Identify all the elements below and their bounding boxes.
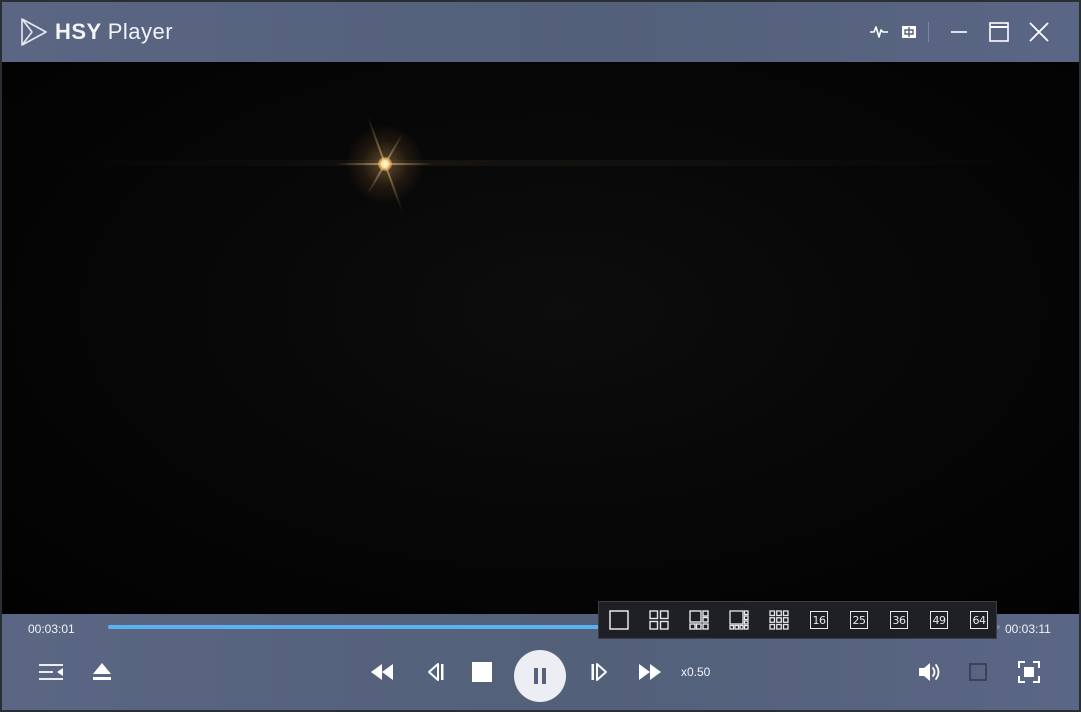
eject-button[interactable] (89, 658, 115, 686)
next-frame-button[interactable] (587, 658, 615, 686)
layout-16-button[interactable]: 16 (799, 601, 839, 639)
layout-25-button[interactable]: 25 (839, 601, 879, 639)
close-icon (1029, 22, 1049, 42)
waveform-icon[interactable] (863, 16, 895, 48)
video-viewport[interactable] (2, 62, 1079, 614)
layout-single-icon (609, 610, 629, 630)
current-time: 00:03:01 (28, 622, 75, 636)
layout-49-label: 49 (930, 611, 948, 629)
layout-6-button[interactable] (679, 601, 719, 639)
rewind-button[interactable] (368, 658, 396, 686)
layout-49-button[interactable]: 49 (919, 601, 959, 639)
maximize-icon (989, 22, 1009, 42)
app-title: HSY Player (55, 19, 173, 45)
previous-frame-button[interactable] (420, 658, 448, 686)
playback-speed[interactable]: x0.50 (681, 665, 710, 679)
pause-icon (534, 668, 546, 684)
app-brand: HSY (55, 19, 102, 44)
rewind-icon (371, 664, 393, 680)
total-time: 00:03:11 (1005, 622, 1051, 636)
layout-nine-icon (769, 610, 789, 630)
layout-menu: 16 25 36 49 64 (598, 601, 997, 639)
minimize-icon (951, 31, 967, 33)
previous-frame-icon (428, 663, 444, 681)
layout-36-button[interactable]: 36 (879, 601, 919, 639)
layout-eight-icon (729, 610, 749, 630)
layout-4-button[interactable] (639, 601, 679, 639)
minimize-button[interactable] (943, 16, 975, 48)
stop-button[interactable] (468, 658, 496, 686)
fast-forward-button[interactable] (636, 658, 664, 686)
playlist-icon (39, 664, 63, 680)
layout-six-icon (689, 610, 709, 630)
volume-icon (919, 663, 940, 681)
layout-25-label: 25 (850, 611, 868, 629)
layout-1-button[interactable] (599, 601, 639, 639)
layout-16-label: 16 (810, 611, 828, 629)
fast-forward-icon (639, 664, 661, 680)
layout-64-label: 64 (970, 611, 988, 629)
layout-9-button[interactable] (759, 601, 799, 639)
title-separator (928, 22, 929, 42)
layout-quad-icon (649, 610, 669, 630)
light-streak (52, 160, 1052, 166)
progress-fill (108, 625, 599, 629)
layout-36-label: 36 (890, 611, 908, 629)
eject-icon (93, 663, 111, 680)
layout-8-button[interactable] (719, 601, 759, 639)
subtitle-icon[interactable] (893, 16, 925, 48)
app-name: Player (107, 19, 174, 44)
logo-icon (21, 18, 47, 46)
fullscreen-button[interactable] (1015, 658, 1043, 686)
next-frame-icon (591, 663, 607, 681)
playlist-button[interactable] (36, 658, 66, 686)
volume-button[interactable] (915, 658, 945, 686)
title-bar[interactable]: HSY Player (2, 2, 1079, 62)
pause-button[interactable] (514, 650, 566, 702)
layout-64-button[interactable]: 64 (959, 601, 999, 639)
maximize-button[interactable] (983, 16, 1015, 48)
snapshot-toggle[interactable] (969, 663, 987, 681)
stop-icon (472, 662, 492, 682)
close-button[interactable] (1023, 16, 1055, 48)
fullscreen-icon (1018, 661, 1040, 683)
